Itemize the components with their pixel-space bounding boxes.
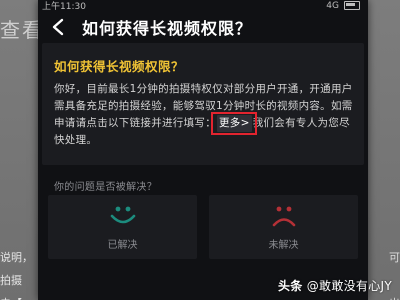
status-left: 上午11:30 [42, 0, 86, 12]
background-right-line: 可 [389, 251, 400, 264]
unresolved-button[interactable]: 未解决 [209, 195, 358, 259]
watermark-handle: @敢敢没有心JY [306, 279, 392, 293]
network-indicator: 4G [326, 0, 339, 11]
highlight-box [211, 112, 257, 135]
feedback-options: 已解决 未解决 [48, 195, 358, 259]
article-card: 如何获得长视频权限？ 你好，目前最长1分钟的拍摄特权仅对部分用户开通，开通用户需… [42, 43, 364, 165]
background-left-line: 拍摄 [0, 274, 22, 287]
status-bar: 上午11:30 4G [38, 0, 368, 12]
article-body: 你好，目前最长1分钟的拍摄特权仅对部分用户开通，开通用户需具备充足的拍摄经验，能… [54, 81, 354, 149]
feedback-question: 你的问题是否被解决？ [54, 182, 157, 193]
phone-screen: 上午11:30 4G 如何获得长视频权限？ 如何获得长视频权限？ 你好，目前最长… [38, 0, 368, 300]
page-title: 如何获得长视频权限？ [82, 19, 253, 38]
smile-face-icon [108, 204, 138, 232]
navigation-bar: 如何获得长视频权限？ [38, 11, 368, 43]
more-link[interactable]: 更多> [211, 112, 257, 135]
battery-icon [344, 1, 360, 10]
screenshot-root: 查看如 说明， 拍摄 击【 可 出 上午11:30 4G [0, 0, 400, 300]
background-left-line: 说明， [0, 251, 33, 264]
background-left-line: 击【 [0, 292, 40, 300]
chevron-left-icon[interactable] [48, 17, 68, 37]
status-right: 4G [326, 1, 360, 11]
sad-face-icon [269, 204, 299, 232]
watermark: 头条 @敢敢没有心JY [278, 277, 392, 294]
status-time: 上午11:30 [42, 2, 86, 12]
watermark-brand: 头条 [277, 279, 303, 293]
resolved-label: 已解决 [107, 239, 138, 251]
background-left-text: 说明， 拍摄 击【 [0, 246, 40, 300]
resolved-button[interactable]: 已解决 [48, 195, 197, 259]
unresolved-label: 未解决 [268, 239, 299, 251]
article-title: 如何获得长视频权限？ [54, 59, 185, 74]
